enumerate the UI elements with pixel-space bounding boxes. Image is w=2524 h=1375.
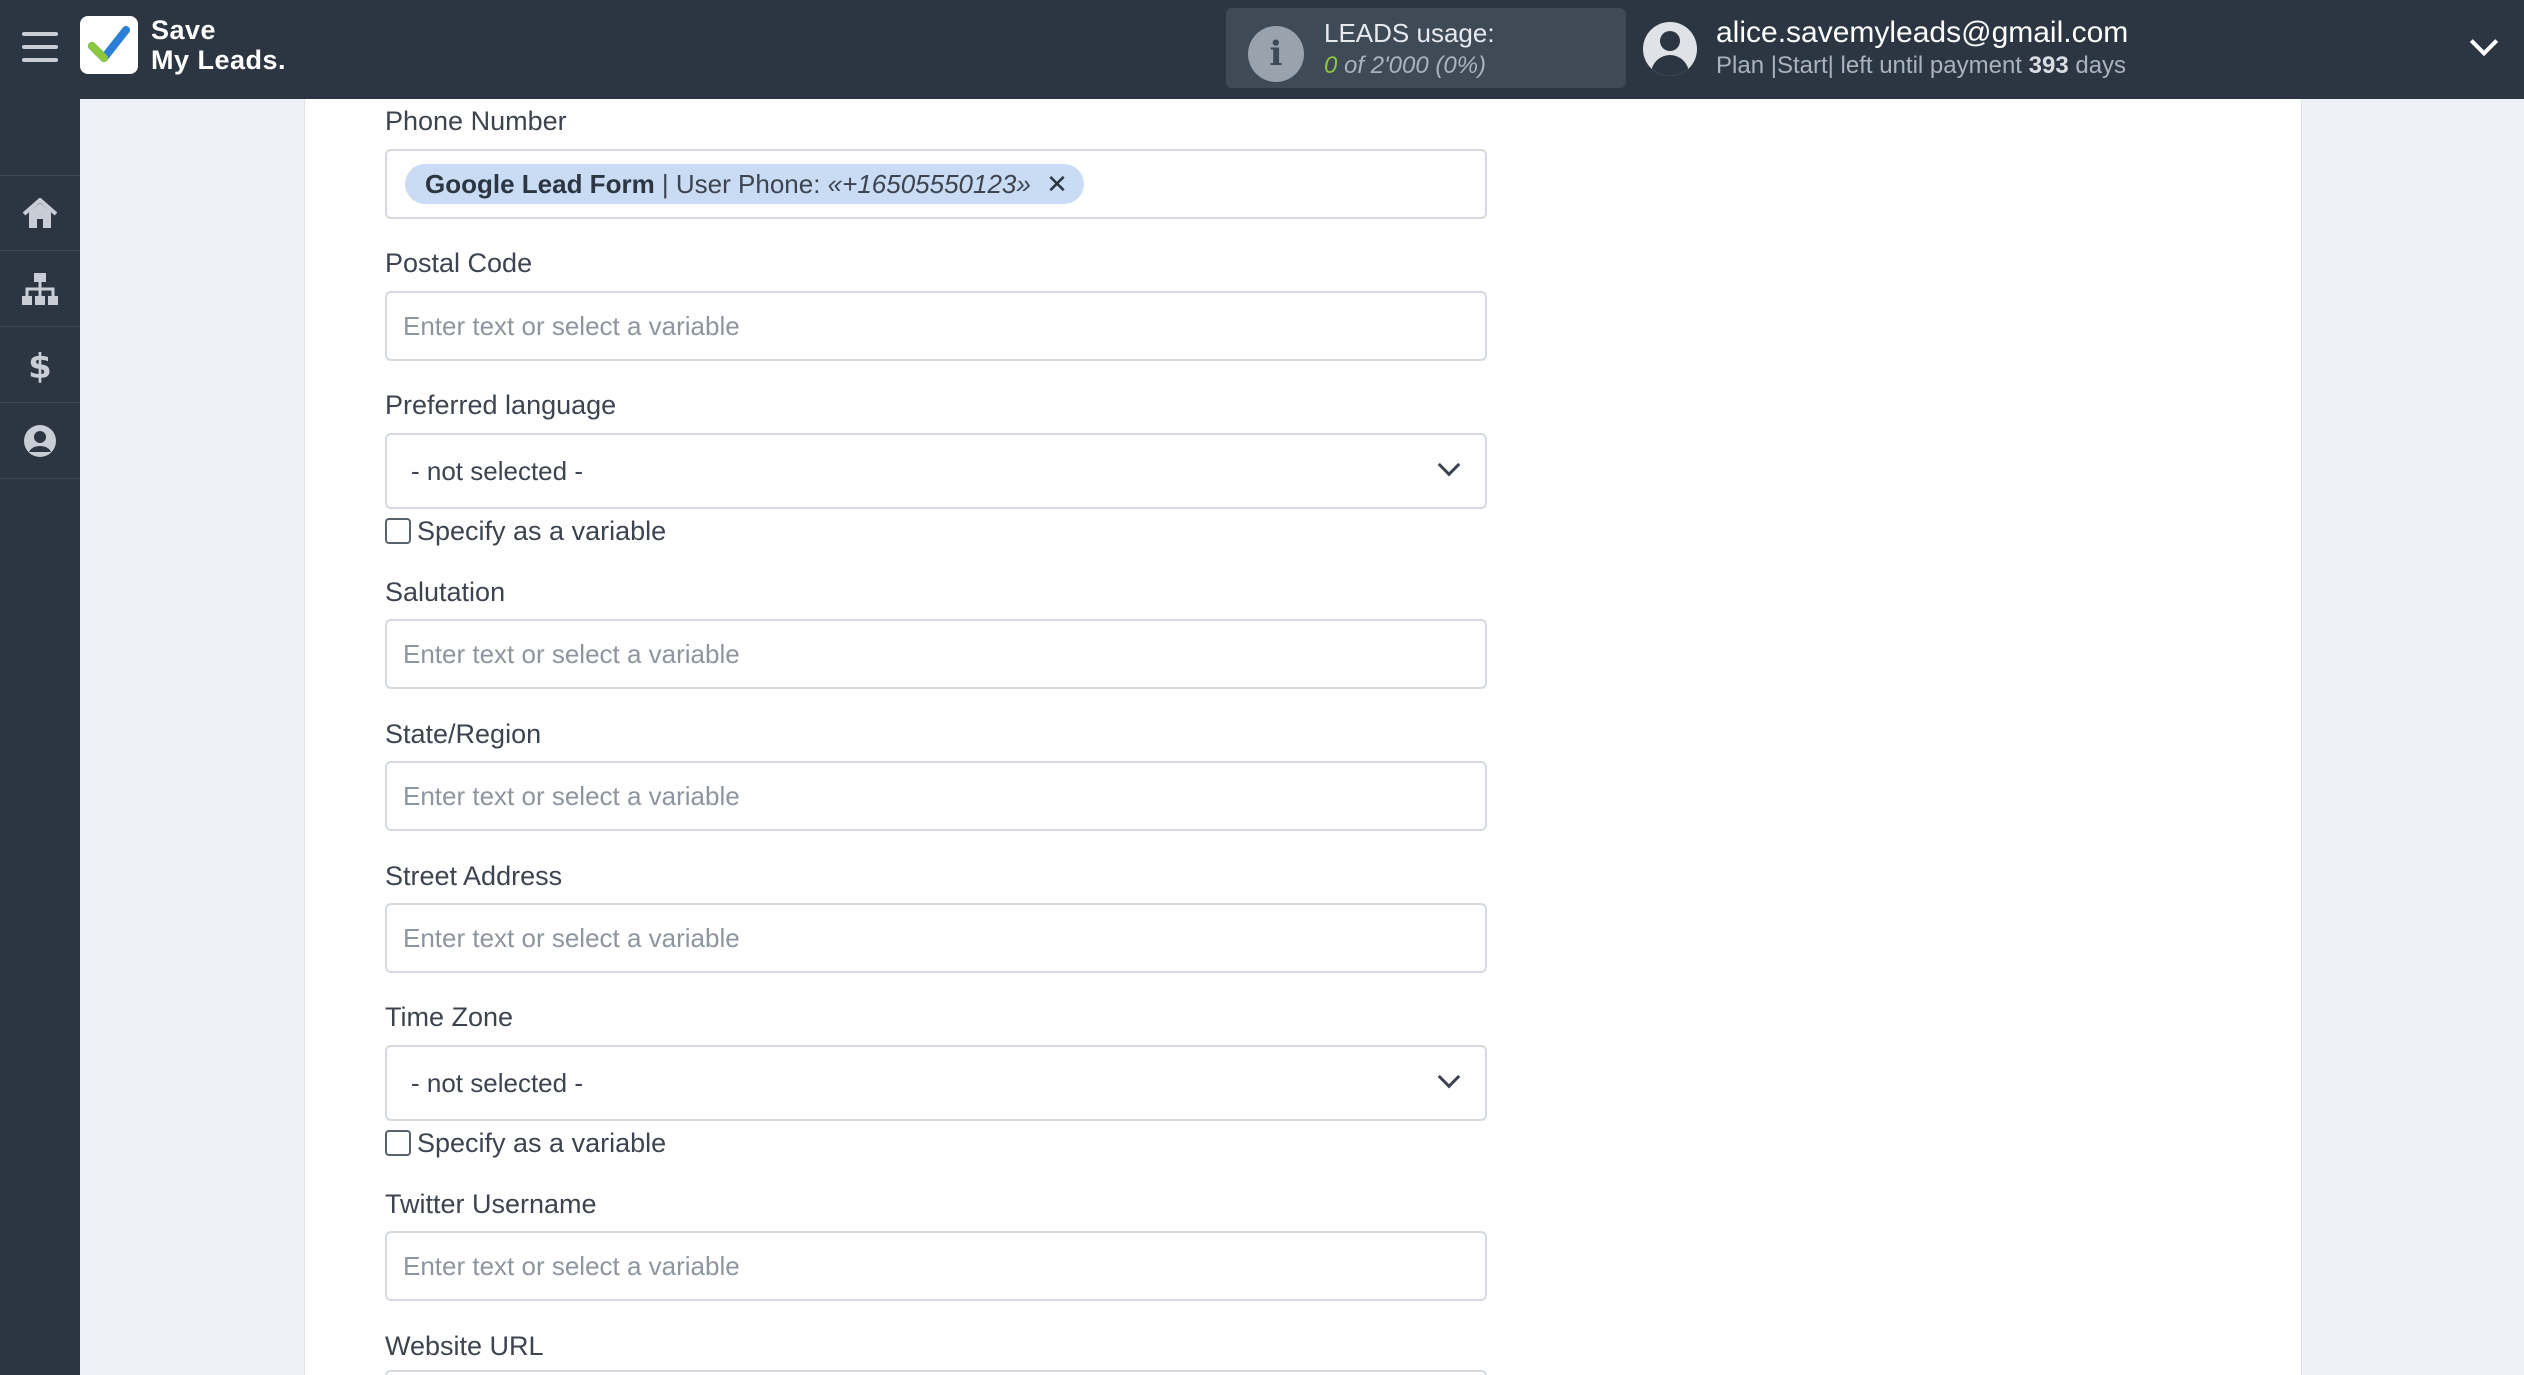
twitter-username-label: Twitter Username: [385, 1189, 597, 1219]
salutation-input[interactable]: [403, 621, 1485, 688]
salutation-field[interactable]: [385, 619, 1487, 689]
postal-code-field[interactable]: [385, 291, 1487, 361]
street-address-label: Street Address: [385, 861, 563, 891]
menu-icon[interactable]: [22, 32, 58, 66]
twitter-username-field[interactable]: [385, 1231, 1487, 1301]
sidebar-item-profile[interactable]: [0, 403, 80, 479]
street-address-input[interactable]: [403, 905, 1485, 972]
dollar-icon: $: [28, 347, 52, 385]
phone-number-label: Phone Number: [385, 106, 567, 136]
street-address-field[interactable]: [385, 903, 1487, 973]
account-email[interactable]: alice.savemyleads@gmail.com: [1716, 16, 2128, 50]
preferred-language-label: Preferred language: [385, 390, 617, 420]
leads-usage-value: 0 of 2'000 (0%): [1324, 52, 1487, 79]
logo-icon[interactable]: [80, 16, 138, 74]
website-url-label: Website URL: [385, 1331, 544, 1361]
remove-tag-icon[interactable]: ✕: [1046, 169, 1068, 199]
checkbox-icon[interactable]: [385, 518, 411, 544]
website-url-field[interactable]: [385, 1370, 1487, 1375]
checkbox-icon[interactable]: [385, 1130, 411, 1156]
preferred-language-variable-checkbox[interactable]: Specify as a variable: [385, 516, 666, 547]
user-circle-icon: [24, 425, 56, 457]
sidebar-item-billing[interactable]: $: [0, 327, 80, 403]
state-region-field[interactable]: [385, 761, 1487, 831]
time-zone-select[interactable]: - not selected -: [385, 1045, 1487, 1121]
time-zone-variable-checkbox[interactable]: Specify as a variable: [385, 1128, 666, 1159]
state-region-label: State/Region: [385, 719, 542, 749]
sidebar-item-home[interactable]: [0, 175, 80, 251]
sidebar: $: [0, 99, 80, 1375]
info-icon: i: [1248, 26, 1304, 82]
brand-name: Save My Leads.: [151, 15, 287, 75]
sidebar-item-connections[interactable]: [0, 251, 80, 327]
leads-usage-title: LEADS usage:: [1324, 18, 1495, 48]
twitter-username-input[interactable]: [403, 1233, 1485, 1300]
svg-text:$: $: [28, 347, 52, 385]
preferred-language-select[interactable]: - not selected -: [385, 433, 1487, 509]
leads-usage-panel: i LEADS usage: 0 of 2'000 (0%): [1226, 8, 1626, 88]
postal-code-label: Postal Code: [385, 248, 533, 278]
state-region-input[interactable]: [403, 763, 1485, 830]
salutation-label: Salutation: [385, 577, 506, 607]
chevron-down-icon: [1437, 1065, 1461, 1089]
plan-info: Plan |Start| left until payment 393 days: [1716, 52, 2127, 79]
variable-tag[interactable]: Google Lead Form | User Phone: «+1650555…: [405, 164, 1084, 204]
time-zone-label: Time Zone: [385, 1002, 514, 1032]
user-avatar-icon[interactable]: [1643, 22, 1697, 76]
phone-number-field[interactable]: Google Lead Form | User Phone: «+1650555…: [385, 149, 1487, 219]
postal-code-input[interactable]: [403, 293, 1485, 360]
account-dropdown-chevron-icon[interactable]: [2469, 27, 2499, 57]
top-bar: Save My Leads. i LEADS usage: 0 of 2'000…: [0, 0, 2524, 99]
chevron-down-icon: [1437, 453, 1461, 477]
home-icon: [22, 198, 58, 228]
sitemap-icon: [22, 273, 58, 305]
